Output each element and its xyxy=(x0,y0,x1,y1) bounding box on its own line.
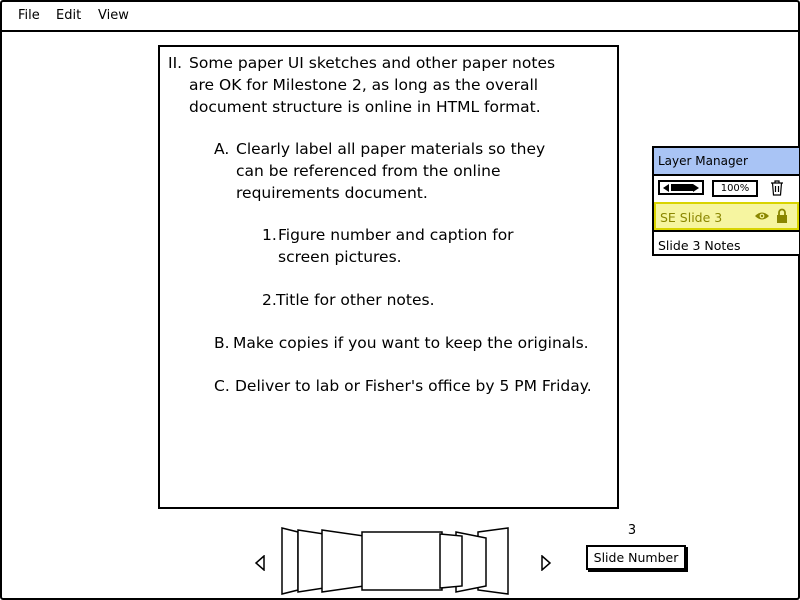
menu-edit[interactable]: Edit xyxy=(56,8,81,23)
menu-file[interactable]: File xyxy=(18,8,40,23)
outline-marker: A. xyxy=(214,140,230,158)
layer-name: SE Slide 3 xyxy=(660,210,723,225)
arrow-right-icon[interactable] xyxy=(693,184,699,192)
slide-thumbnails xyxy=(281,527,509,595)
outline-item-C: C. Deliver to lab or Fisher's office by … xyxy=(214,375,592,397)
slide-sorter xyxy=(252,522,562,600)
outline-line: document structure is online in HTML for… xyxy=(189,98,541,116)
outline-marker: 2. xyxy=(262,291,277,309)
eye-icon[interactable] xyxy=(754,211,770,221)
slide-thumbnail-current[interactable] xyxy=(361,531,443,591)
outline-item-2: 2. Title for other notes. xyxy=(262,289,435,311)
layer-row-notes[interactable]: Slide 3 Notes xyxy=(654,230,799,258)
outline-marker: C. xyxy=(214,377,230,395)
outline-marker: B. xyxy=(214,334,230,352)
lock-icon[interactable] xyxy=(776,208,788,223)
layer-row-selected[interactable]: SE Slide 3 xyxy=(654,202,799,230)
slide-thumbnail[interactable] xyxy=(297,529,325,593)
outline-line: Make copies if you want to keep the orig… xyxy=(233,334,589,352)
outline-line: screen pictures. xyxy=(278,248,402,266)
layer-manager-panel: Layer Manager 100% SE Slide 3 Slide 3 No… xyxy=(652,146,800,256)
slide-number-value: 3 xyxy=(627,523,637,538)
outline-line: can be referenced from the online xyxy=(236,162,501,180)
outline-line: Some paper UI sketches and other paper n… xyxy=(189,54,556,72)
zoom-field[interactable]: 100% xyxy=(712,180,758,197)
layer-manager-toolbar: 100% xyxy=(654,176,799,202)
layer-name: Slide 3 Notes xyxy=(658,238,741,253)
app-window: File Edit View II. Some paper UI sketche… xyxy=(0,0,800,600)
outline-item-A: A. Clearly label all paper materials so … xyxy=(214,138,545,204)
layer-opacity-slider[interactable] xyxy=(658,180,704,195)
outline-marker: II. xyxy=(168,54,183,72)
slide-thumbnail[interactable] xyxy=(321,529,365,593)
slide-thumbnail[interactable] xyxy=(439,533,463,589)
outline-item-1: 1. Figure number and caption for screen … xyxy=(262,224,514,268)
arrow-left-icon[interactable] xyxy=(663,184,669,192)
slide-number-button[interactable]: Slide Number xyxy=(586,545,686,570)
slide-canvas[interactable]: II. Some paper UI sketches and other pap… xyxy=(158,45,619,509)
outline-line: Clearly label all paper materials so the… xyxy=(236,140,546,158)
outline-marker: 1. xyxy=(262,226,277,244)
slider-thumb[interactable] xyxy=(671,184,693,191)
outline-item-II: II. Some paper UI sketches and other pap… xyxy=(168,52,555,118)
trash-icon[interactable] xyxy=(770,180,784,196)
menu-view[interactable]: View xyxy=(98,8,129,23)
next-slide-icon[interactable] xyxy=(540,555,552,571)
layer-manager-title: Layer Manager xyxy=(654,148,799,176)
previous-slide-icon[interactable] xyxy=(254,555,266,571)
outline-line: Figure number and caption for xyxy=(278,226,514,244)
outline-line: Title for other notes. xyxy=(276,291,435,309)
outline-item-B: B. Make copies if you want to keep the o… xyxy=(214,332,589,354)
outline-line: requirements document. xyxy=(236,184,428,202)
slide-thumbnail[interactable] xyxy=(281,527,299,595)
outline-line: Deliver to lab or Fisher's office by 5 P… xyxy=(235,377,592,395)
menu-bar: File Edit View xyxy=(2,2,798,32)
outline-line: are OK for Milestone 2, as long as the o… xyxy=(189,76,539,94)
